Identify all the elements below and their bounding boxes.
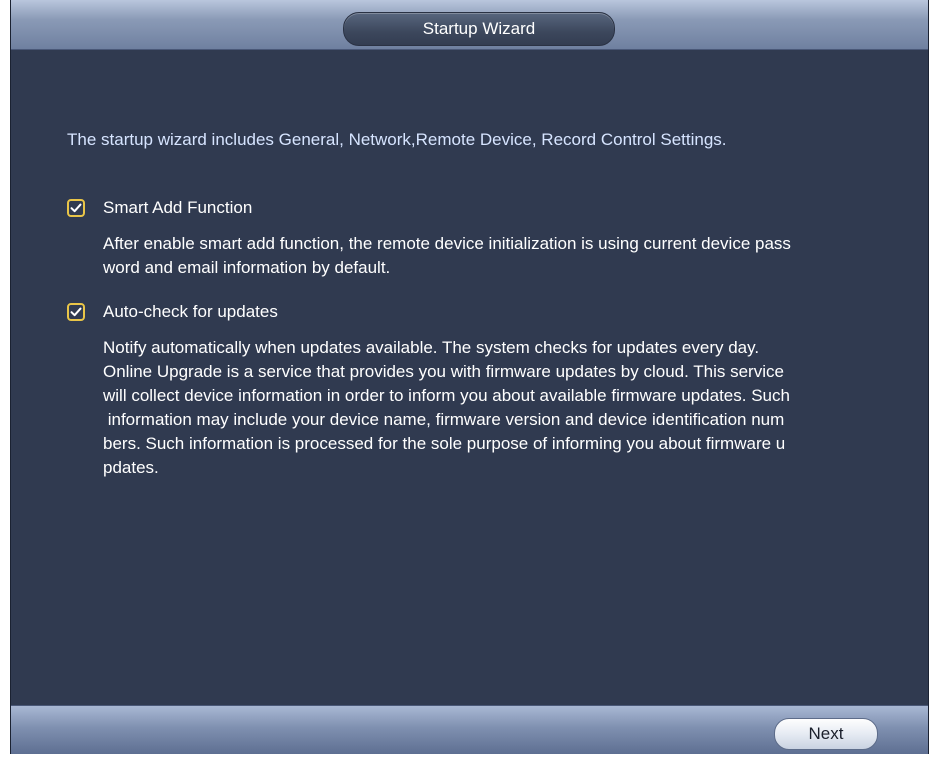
description-line: Online Upgrade is a service that provide… xyxy=(103,362,784,381)
description-line: After enable smart add function, the rem… xyxy=(103,234,791,253)
auto-check-updates-description: Notify automatically when updates availa… xyxy=(103,336,927,480)
smart-add-label[interactable]: Smart Add Function xyxy=(103,198,252,218)
smart-add-checkbox[interactable] xyxy=(67,199,85,217)
auto-check-updates-checkbox[interactable] xyxy=(67,303,85,321)
startup-wizard-window: Startup Wizard The startup wizard includ… xyxy=(10,0,929,754)
checkmark-icon xyxy=(70,203,82,213)
window-title: Startup Wizard xyxy=(343,12,615,46)
intro-text: The startup wizard includes General, Net… xyxy=(67,130,727,149)
description-line: information may include your device name… xyxy=(103,410,785,429)
wizard-content: The startup wizard includes General, Net… xyxy=(11,50,928,706)
smart-add-description: After enable smart add function, the rem… xyxy=(103,232,927,280)
description-line: bers. Such information is processed for … xyxy=(103,434,786,453)
checkmark-icon xyxy=(70,307,82,317)
description-line: Notify automatically when updates availa… xyxy=(103,338,760,357)
title-bar: Startup Wizard xyxy=(11,0,928,50)
description-line: will collect device information in order… xyxy=(103,386,790,405)
description-line: word and email information by default. xyxy=(103,258,391,277)
footer-bar: Next xyxy=(11,705,928,754)
next-button[interactable]: Next xyxy=(774,718,878,750)
description-line: pdates. xyxy=(103,458,159,477)
auto-check-updates-label[interactable]: Auto-check for updates xyxy=(103,302,278,322)
